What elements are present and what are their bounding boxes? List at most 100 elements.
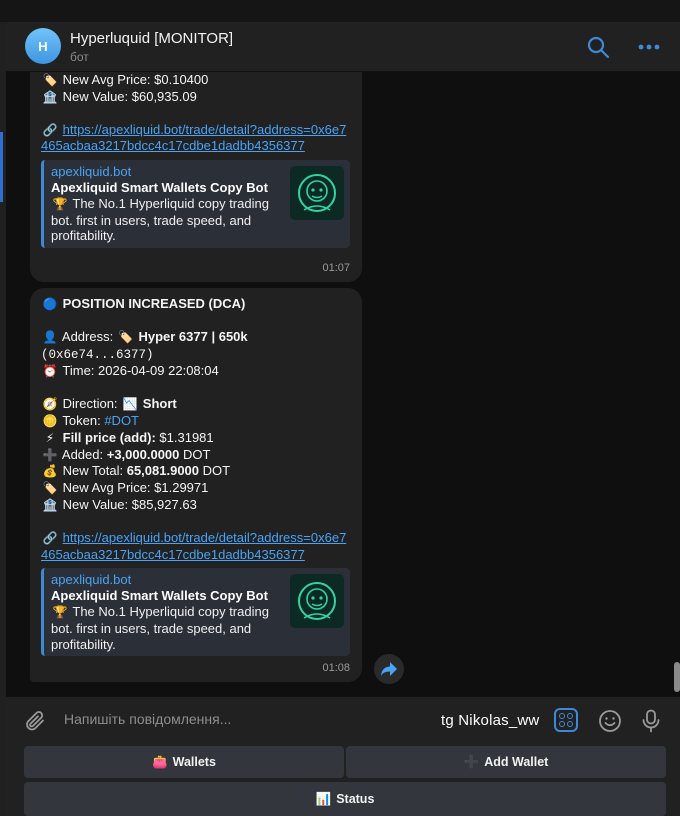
trophy-emoji-icon: 🏆 — [52, 196, 68, 211]
value-line: 🏦 New Value: $85,927.63 — [41, 497, 350, 514]
status-button-label: Status — [336, 792, 375, 806]
chart-down-icon: 📉 — [122, 397, 138, 412]
total-label: New Total: — [62, 463, 124, 479]
forward-arrow-icon — [381, 662, 397, 676]
bar-chart-icon: 📊 — [315, 791, 332, 806]
time-line: ⏰ Time: 2026-04-09 22:08:04 — [41, 363, 350, 380]
headline-text: POSITION INCREASED (DCA) — [62, 296, 246, 311]
fill-price-value: $1.31981 — [159, 429, 214, 445]
alarm-clock-icon: ⏰ — [42, 364, 58, 379]
value-text: New Value: $85,927.63 — [62, 496, 197, 512]
total-unit: DOT — [202, 463, 231, 479]
preview-thumbnail-icon[interactable] — [290, 166, 344, 221]
bot-reply-keyboard: 👛 Wallets ➕ Add Wallet 📊 Status — [6, 744, 680, 816]
value-text: New Value: $60,935.09 — [62, 88, 197, 104]
message-composer: tg Nikolas_ww — [6, 696, 680, 744]
time-text: Time: 2026-04-09 22:08:04 — [62, 363, 219, 379]
preview-title: Apexliquid Smart Wallets Copy Bot — [51, 588, 268, 604]
link-line: 🔗 https://apexliquid.bot/trade/detail?ad… — [41, 530, 350, 563]
money-bag-icon: 💰 — [42, 464, 58, 479]
microphone-icon[interactable] — [640, 709, 662, 733]
wallets-button[interactable]: 👛 Wallets — [24, 746, 344, 778]
active-chat-indicator — [0, 132, 3, 202]
link-emoji-icon: 🔗 — [42, 122, 58, 137]
preview-description: 🏆 The No.1 Hyperliquid copy trading bot.… — [51, 196, 288, 244]
blue-circle-icon: 🔵 — [42, 297, 58, 311]
direction-label: Direction: — [62, 396, 118, 412]
paperclip-icon[interactable] — [23, 709, 47, 733]
headline-line: 🔵 POSITION INCREASED (DCA) — [41, 296, 350, 313]
user-emoji-icon: 👤 — [42, 329, 58, 344]
trade-detail-link[interactable]: https://apexliquid.bot/trade/detail?addr… — [41, 530, 346, 562]
window-top-strip — [0, 0, 680, 22]
bank-emoji-icon: 🏦 — [42, 89, 58, 104]
bot-avatar[interactable]: H — [25, 28, 61, 64]
plus-icon: ➕ — [463, 754, 480, 769]
add-wallet-button-label: Add Wallet — [484, 755, 549, 769]
chat-header[interactable]: H Hyperluquid [MONITOR] бот — [6, 22, 680, 72]
avg-price-line: 🏷️ New Avg Price: $1.29971 — [41, 480, 350, 497]
added-label: Added: — [61, 446, 104, 462]
tag-emoji-icon: 🏷️ — [118, 329, 134, 344]
chat-subtitle: бот — [70, 50, 89, 64]
total-value: 65,081.9000 — [126, 463, 200, 479]
chat-title[interactable]: Hyperluquid [MONITOR] — [70, 30, 233, 47]
lightning-icon: ⚡ — [45, 430, 55, 445]
bot-keyboard-toggle-icon[interactable] — [554, 708, 578, 732]
avg-price-text: New Avg Price: $1.29971 — [62, 480, 209, 496]
trophy-emoji-icon: 🏆 — [52, 604, 68, 619]
link-preview-card[interactable]: apexliquid.bot Apexliquid Smart Wallets … — [41, 160, 350, 249]
message-bubble[interactable]: 🏷️ New Avg Price: $0.10400 🏦 New Value: … — [30, 72, 362, 282]
link-emoji-icon: 🔗 — [42, 530, 58, 545]
added-value: +3,000.0000 — [106, 446, 180, 462]
token-label: Token: — [62, 412, 101, 428]
link-preview-card[interactable]: apexliquid.bot Apexliquid Smart Wallets … — [41, 568, 350, 657]
message-input[interactable] — [64, 711, 364, 727]
preview-thumbnail-icon[interactable] — [290, 574, 344, 629]
message-timestamp: 01:08 — [322, 662, 350, 675]
preview-site-name: apexliquid.bot — [51, 164, 132, 180]
coin-icon: 🪙 — [42, 413, 58, 428]
address-short[interactable]: (0x6e74...6377) — [41, 348, 154, 362]
direction-line: 🧭 Direction: 📉 Short — [41, 396, 350, 413]
address-line: 👤 Address: 🏷️ Hyper 6377 | 650k — [41, 329, 350, 346]
tag-emoji-icon: 🏷️ — [42, 73, 58, 87]
added-line: ➕ Added: +3,000.0000 DOT — [41, 447, 350, 464]
fill-price-label: Fill price (add): — [62, 429, 156, 445]
token-hashtag[interactable]: #DOT — [104, 413, 139, 428]
search-icon[interactable] — [586, 35, 610, 59]
address-label: Address: — [61, 328, 114, 344]
forward-button[interactable] — [374, 654, 404, 684]
add-wallet-button[interactable]: ➕ Add Wallet — [346, 746, 666, 778]
value-line: 🏦 New Value: $60,935.09 — [41, 89, 350, 106]
compass-icon: 🧭 — [42, 397, 58, 412]
chat-scrollbar[interactable] — [674, 662, 680, 692]
message-timestamp: 01:07 — [322, 262, 350, 275]
avg-price-line: 🏷️ New Avg Price: $0.10400 — [41, 72, 350, 89]
avg-price-text: New Avg Price: $0.10400 — [62, 72, 209, 87]
direction-value: Short — [142, 396, 177, 412]
emoji-icon[interactable] — [598, 709, 622, 733]
purse-icon: 👛 — [152, 754, 168, 769]
link-line: 🔗 https://apexliquid.bot/trade/detail?ad… — [41, 122, 350, 155]
message-bubble[interactable]: 🔵 POSITION INCREASED (DCA) 👤 Address: 🏷️… — [30, 288, 362, 682]
total-line: 💰 New Total: 65,081.9000 DOT — [41, 463, 350, 480]
tag-emoji-icon: 🏷️ — [42, 481, 58, 496]
preview-description-text: The No.1 Hyperliquid copy trading bot. f… — [51, 603, 269, 652]
status-button[interactable]: 📊 Status — [24, 782, 666, 816]
address-name: Hyper 6377 | 650k — [138, 328, 248, 344]
added-unit: DOT — [183, 446, 211, 462]
watermark-text: tg Nikolas_ww — [441, 712, 540, 729]
more-options-icon[interactable] — [636, 35, 662, 59]
token-line: 🪙 Token: #DOT — [41, 413, 350, 430]
preview-description: 🏆 The No.1 Hyperliquid copy trading bot.… — [51, 604, 288, 652]
preview-description-text: The No.1 Hyperliquid copy trading bot. f… — [51, 195, 269, 244]
message-area[interactable]: 🏷️ New Avg Price: $0.10400 🏦 New Value: … — [6, 72, 680, 696]
plus-icon: ➕ — [42, 447, 58, 462]
trade-detail-link[interactable]: https://apexliquid.bot/trade/detail?addr… — [41, 122, 346, 154]
preview-title: Apexliquid Smart Wallets Copy Bot — [51, 179, 268, 195]
